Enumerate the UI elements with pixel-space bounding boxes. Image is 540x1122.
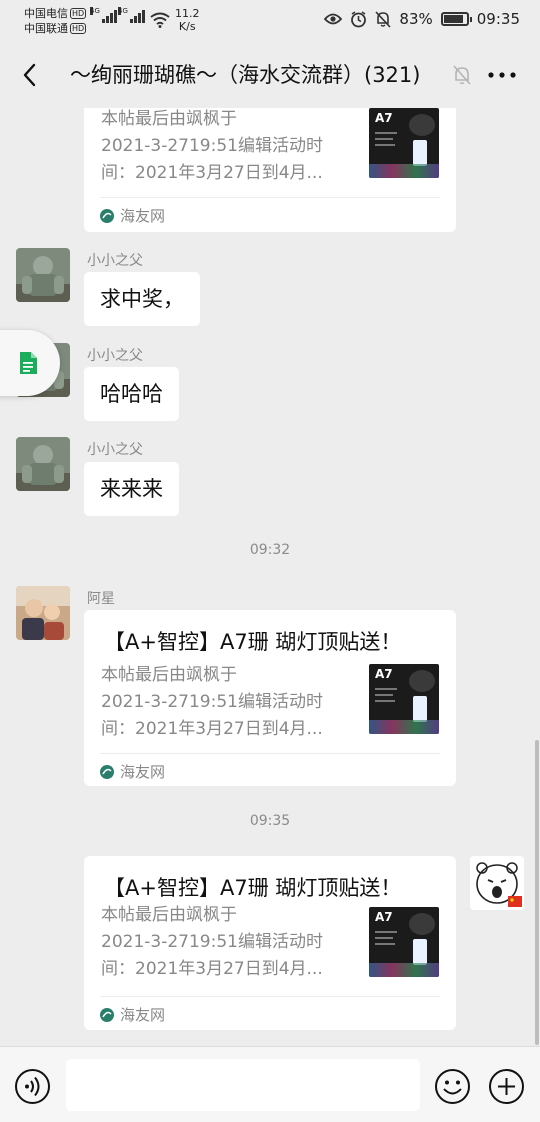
sender-name: 小小之父 <box>87 442 143 458</box>
source-icon <box>100 1007 114 1022</box>
sender-name: 小小之父 <box>87 253 143 269</box>
emoji-icon[interactable] <box>434 1068 471 1105</box>
card-thumbnail: A7 <box>369 664 439 734</box>
card-description: 本帖最后由飒枫于 2021-3-2719:51编辑活动时 间：2021年3月27… <box>101 902 351 983</box>
card-thumbnail: A7 <box>369 108 439 178</box>
signal-icon-1: 4G <box>90 7 117 23</box>
card-source-name: 海友网 <box>120 207 166 225</box>
card-divider <box>100 197 440 198</box>
card-source: 海友网 <box>100 205 165 226</box>
wifi-icon <box>150 12 170 28</box>
card-divider <box>100 996 440 997</box>
message-bubble[interactable]: 哈哈哈 <box>84 367 179 421</box>
card-thumbnail: A7 <box>369 907 439 977</box>
hd-badge-2: HD <box>70 23 87 34</box>
network-type-1: 4G <box>90 7 100 15</box>
thumbnail-label: A7 <box>375 667 393 681</box>
avatar-image <box>16 586 70 640</box>
source-icon <box>100 764 114 779</box>
chevron-left-icon[interactable] <box>18 60 44 90</box>
card-desc-line: 2021-3-2719:51编辑活动时 <box>101 932 323 952</box>
thumbnail-label: A7 <box>375 910 393 924</box>
message-input[interactable] <box>66 1059 420 1111</box>
card-title: 【A+智控】A7珊 瑚灯顶贴送！ <box>104 876 402 900</box>
document-icon <box>20 352 37 374</box>
timestamp: 09:32 <box>249 542 291 558</box>
battery-icon <box>440 12 472 26</box>
status-bar: 中国电信 HD 中国联通 HD 4G 4G 11.2 K/s 83% 09:35 <box>0 0 540 42</box>
card-desc-line: 间：2021年3月27日到4月... <box>101 959 323 979</box>
message-bubble[interactable]: 来来来 <box>84 462 179 516</box>
card-desc-line: 2021-3-2719:51编辑活动时 <box>101 136 323 156</box>
link-card-2[interactable]: 【A+智控】A7珊 瑚灯顶贴送！ 本帖最后由飒枫于 2021-3-2719:51… <box>84 610 456 786</box>
signal-icon-2: 4G <box>118 7 145 23</box>
more-dots-icon[interactable] <box>486 64 518 86</box>
avatar[interactable] <box>16 586 70 640</box>
chat-header: ～绚丽珊瑚礁～（海水交流群）(321) <box>0 42 540 108</box>
card-title: 【A+智控】A7珊 瑚灯顶贴送！ <box>104 630 402 654</box>
card-source-name: 海友网 <box>120 1006 166 1024</box>
card-desc-line: 本帖最后由飒枫于 <box>101 905 237 925</box>
scrollbar[interactable] <box>535 740 539 1045</box>
card-source-name: 海友网 <box>120 763 166 781</box>
silent-icon <box>375 10 392 28</box>
card-desc-line: 间：2021年3月27日到4月... <box>101 719 323 739</box>
chat-title[interactable]: ～绚丽珊瑚礁～（海水交流群）(321) <box>70 59 448 89</box>
status-right: 83% 09:35 <box>324 10 520 28</box>
hd-badge-1: HD <box>70 8 87 19</box>
card-source: 海友网 <box>100 1004 165 1025</box>
speed-unit: K/s <box>178 20 196 33</box>
card-source: 海友网 <box>100 761 165 782</box>
card-divider <box>100 753 440 754</box>
card-desc-line: 本帖最后由飒枫于 <box>101 109 237 129</box>
alarm-icon <box>351 10 367 27</box>
link-card-3[interactable]: 【A+智控】A7珊 瑚灯顶贴送！ 本帖最后由飒枫于 2021-3-2719:51… <box>84 856 456 1030</box>
sender-name: 小小之父 <box>87 348 143 364</box>
sender-name: 阿星 <box>87 591 115 607</box>
avatar-image <box>16 437 70 491</box>
thumbnail-label: A7 <box>375 111 393 125</box>
voice-icon[interactable] <box>14 1068 51 1105</box>
avatar[interactable] <box>16 248 70 302</box>
carrier-info: 中国电信 HD 中国联通 HD <box>24 6 87 36</box>
avatar-image <box>16 248 70 302</box>
chat-area[interactable]: 本帖最后由飒枫于 2021-3-2719:51编辑活动时 间：2021年3月27… <box>0 108 540 1046</box>
avatar[interactable] <box>16 437 70 491</box>
network-speed: 11.2 K/s <box>175 7 200 33</box>
plus-icon[interactable] <box>488 1068 525 1105</box>
card-desc-line: 间：2021年3月27日到4月... <box>101 163 323 183</box>
card-description: 本帖最后由飒枫于 2021-3-2719:51编辑活动时 间：2021年3月27… <box>101 662 351 743</box>
input-bar <box>0 1046 540 1122</box>
card-desc-line: 2021-3-2719:51编辑活动时 <box>101 692 323 712</box>
message-bubble[interactable]: 求中奖， <box>84 272 200 326</box>
carrier-2: 中国联通 <box>24 22 68 35</box>
eye-icon <box>324 13 343 25</box>
card-desc-line: 本帖最后由飒枫于 <box>101 665 237 685</box>
card-description: 本帖最后由飒枫于 2021-3-2719:51编辑活动时 间：2021年3月27… <box>101 108 351 187</box>
bell-off-icon <box>453 65 471 85</box>
network-type-2: 4G <box>118 7 128 15</box>
link-card-1[interactable]: 本帖最后由飒枫于 2021-3-2719:51编辑活动时 间：2021年3月27… <box>84 108 456 232</box>
speed-value: 11.2 <box>175 7 200 20</box>
avatar[interactable] <box>470 856 524 910</box>
battery-percent: 83% <box>399 10 433 28</box>
avatar-image <box>470 856 524 910</box>
source-icon <box>100 208 114 223</box>
carrier-1: 中国电信 <box>24 7 68 20</box>
timestamp: 09:35 <box>249 813 291 829</box>
clock: 09:35 <box>476 10 520 28</box>
